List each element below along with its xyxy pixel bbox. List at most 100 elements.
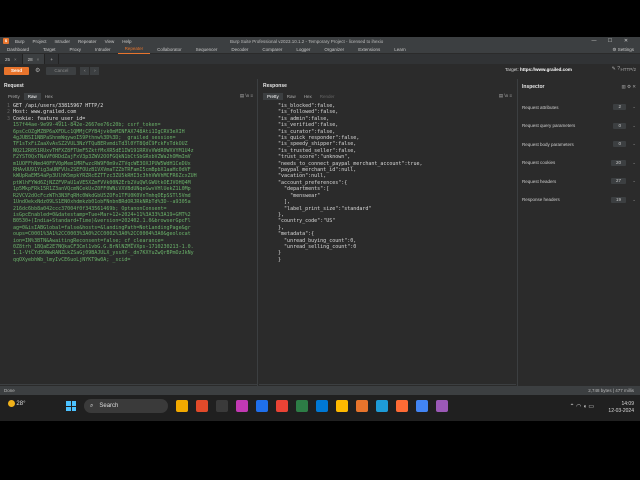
weather-widget[interactable]: 28° <box>8 400 25 407</box>
menu-repeater[interactable]: Repeater <box>78 39 97 44</box>
request-line-text: B0530+(India+Standard+Time)&version=2024… <box>13 218 191 225</box>
taskbar-app-icon[interactable] <box>196 400 208 412</box>
inspector-section[interactable]: Request body parameters 0 ⌄ <box>522 140 636 148</box>
menu-bar: Burp Project Intruder Repeater View Help <box>15 39 140 44</box>
taskbar-app-icon[interactable] <box>256 400 268 412</box>
tab-raw[interactable]: Raw <box>23 93 41 100</box>
inspector-section[interactable]: Request headers 27 ⌄ <box>522 177 636 185</box>
tab-dashboard[interactable]: Dashboard <box>0 45 36 54</box>
inspector-section[interactable]: Response headers 19 ⌄ <box>522 196 636 204</box>
send-options-gear-icon[interactable]: ⚙ <box>35 67 40 74</box>
inspector-section[interactable]: Request query parameters 0 ⌄ <box>522 122 636 130</box>
inspector-section-label: Request query parameters <box>522 123 576 128</box>
json-value: false, <box>341 135 360 142</box>
panel-options-icon[interactable]: ▤ \n ≡ <box>499 93 512 99</box>
json-key: ], <box>278 199 291 206</box>
cancel-button[interactable]: Cancel <box>46 66 77 75</box>
menu-help[interactable]: Help <box>122 39 131 44</box>
tab-logger[interactable]: Logger <box>289 45 317 54</box>
tab-proxy[interactable]: Proxy <box>63 45 89 54</box>
tab-collaborator[interactable]: Collaborator <box>150 45 189 54</box>
search-icon: ⌕ <box>90 402 94 409</box>
inspector-section-count: 19 <box>610 196 626 203</box>
request-editor[interactable]: 1 GET /api/users/33815967 HTTP/2 2 Host: ww… <box>2 103 253 381</box>
taskbar-app-icon[interactable] <box>336 400 348 412</box>
request-line-text: Host: www.grailed.com <box>13 109 77 116</box>
response-editor[interactable]: "is_blocked":false, "is_followed":false,… <box>261 103 512 381</box>
taskbar-app-icon[interactable] <box>396 400 408 412</box>
taskbar-app-icon[interactable] <box>356 400 368 412</box>
clock[interactable]: 14:09 12-03-2024 <box>608 401 634 415</box>
json-value: false, <box>338 141 357 148</box>
taskbar-app-icon[interactable] <box>376 400 388 412</box>
repeater-tab-label: 28 <box>27 56 33 62</box>
inspector-section[interactable]: Request cookies 20 ⌄ <box>522 159 636 167</box>
edit-target-icon[interactable]: ✎ ? <box>612 66 620 72</box>
tab-extensions[interactable]: Extensions <box>351 45 387 54</box>
menu-burp[interactable]: Burp <box>15 39 25 44</box>
forward-arrow-icon[interactable]: › <box>90 66 100 75</box>
json-value: false, <box>338 147 357 154</box>
taskbar-app-icon[interactable] <box>416 400 428 412</box>
tab-hex[interactable]: Hex <box>300 93 316 100</box>
repeater-tab-28[interactable]: 28 × <box>22 54 46 64</box>
system-tray-icons[interactable]: ⌃ ◠ ◖ ▭ <box>569 403 594 410</box>
inspector-title: Inspector <box>522 84 545 90</box>
json-value: true, <box>407 160 423 167</box>
tab-decoder[interactable]: Decoder <box>224 45 255 54</box>
tab-intruder[interactable]: Intruder <box>88 45 118 54</box>
json-value: { <box>344 179 348 186</box>
taskbar-app-icon[interactable] <box>436 400 448 412</box>
menu-project[interactable]: Project <box>33 39 47 44</box>
inspector-controls-icon[interactable]: ▥ ⚙ ✕ <box>621 84 636 90</box>
inspector-section-count: 0 <box>613 122 626 129</box>
settings-button[interactable]: ⚙ Settings <box>612 45 634 54</box>
target-display[interactable]: Target: https://www.grailed.com <box>505 67 572 72</box>
taskbar-app-icon[interactable] <box>216 400 228 412</box>
request-line-text: 216dc6bb8a042ccc37004f0f343561469b; Opta… <box>13 205 167 212</box>
tab-pretty[interactable]: Pretty <box>263 93 283 100</box>
tab-learn[interactable]: Learn <box>387 45 413 54</box>
taskbar-app-icon[interactable] <box>236 400 248 412</box>
menu-intruder[interactable]: Intruder <box>55 39 71 44</box>
tab-pretty[interactable]: Pretty <box>4 93 24 100</box>
menu-view[interactable]: View <box>105 39 115 44</box>
taskbar-app-icon[interactable] <box>176 400 188 412</box>
close-tab-icon[interactable]: × <box>14 57 17 62</box>
panel-options-icon[interactable]: ▤ \n ≡ <box>240 93 253 99</box>
window-controls: — ☐ ✕ <box>586 37 634 45</box>
windows-start-icon[interactable] <box>66 401 76 411</box>
chevron-down-icon: ⌄ <box>632 104 636 109</box>
maximize-icon[interactable]: ☐ <box>602 37 618 45</box>
taskbar-app-icon[interactable] <box>276 400 288 412</box>
http-version[interactable]: HTTP/2 <box>620 67 636 72</box>
taskbar-app-icon[interactable] <box>316 400 328 412</box>
tab-organizer[interactable]: Organizer <box>317 45 351 54</box>
inspector-section-label: Response headers <box>522 197 560 202</box>
back-arrow-icon[interactable]: ‹ <box>80 66 90 75</box>
tab-target[interactable]: Target <box>36 45 63 54</box>
close-tab-icon[interactable]: × <box>37 57 40 62</box>
tab-hex[interactable]: Hex <box>41 93 57 100</box>
json-key: "is_followed" <box>278 109 318 116</box>
tab-sequencer[interactable]: Sequencer <box>189 45 225 54</box>
send-button[interactable]: Send <box>4 66 30 75</box>
taskbar-search[interactable]: ⌕ Search <box>84 399 168 413</box>
taskbar-app-icon[interactable] <box>296 400 308 412</box>
inspector-section[interactable]: Request attributes 2 ⌄ <box>522 103 636 111</box>
tab-render[interactable]: Render <box>316 93 339 100</box>
json-value: 0, <box>350 237 357 244</box>
response-title: Response <box>263 83 287 89</box>
tab-comparer[interactable]: Comparer <box>255 45 289 54</box>
json-key: "is_curator" <box>278 128 315 135</box>
request-line-text: 6psCcOZgMZBP6aXFDLc1QMMjCPYB4jvk0mMINFAX… <box>13 128 185 135</box>
tab-raw[interactable]: Raw <box>283 93 300 100</box>
tab-repeater[interactable]: Repeater <box>117 44 151 54</box>
repeater-tab-25[interactable]: 25 × <box>0 54 23 64</box>
add-tab-button[interactable]: + <box>45 54 59 64</box>
status-bar: Done 2,748 bytes | 477 millis <box>0 386 640 395</box>
minimize-icon[interactable]: — <box>586 37 602 45</box>
inspector-section-count: 20 <box>610 159 626 166</box>
close-icon[interactable]: ✕ <box>618 37 634 45</box>
json-key: "unread_selling_count" <box>278 243 351 250</box>
